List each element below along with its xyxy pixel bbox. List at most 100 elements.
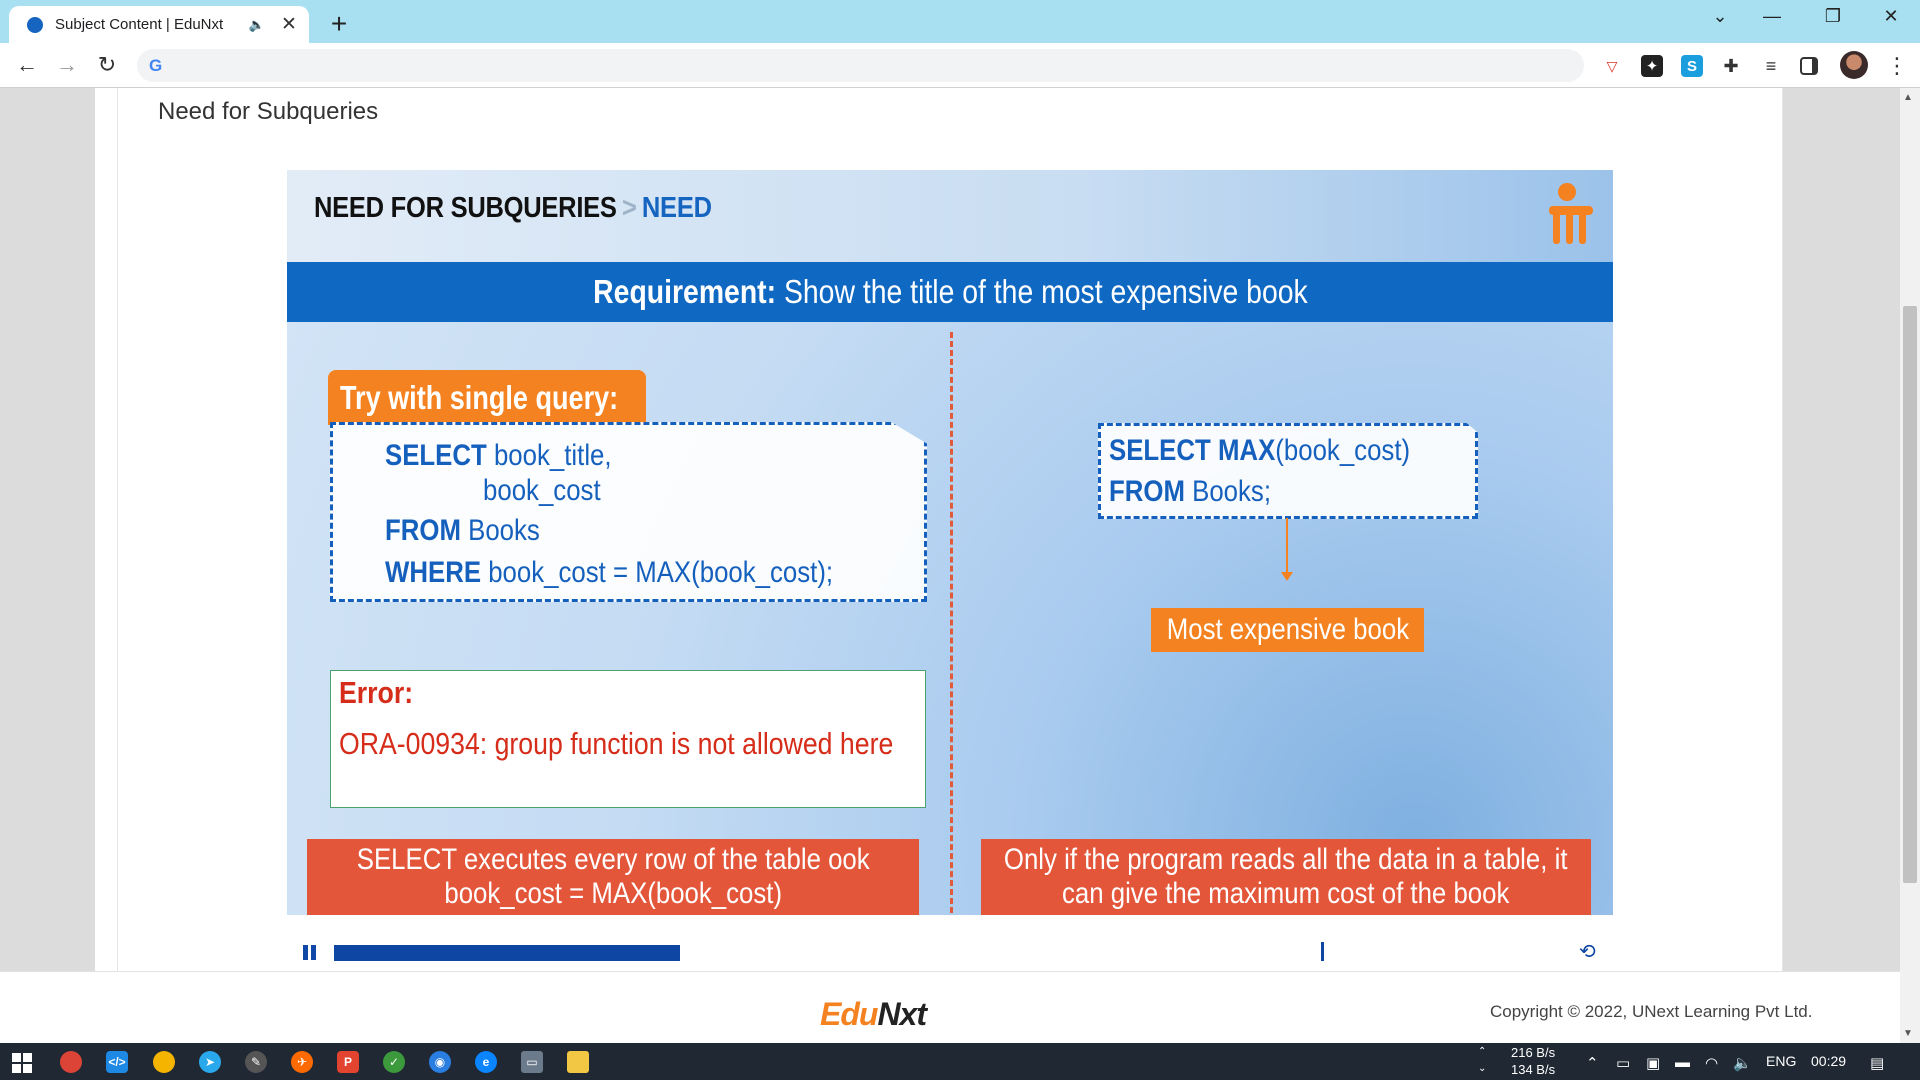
- query-line-3-text: Books: [460, 514, 540, 547]
- battery-icon[interactable]: ▬: [1675, 1054, 1690, 1071]
- speaker-icon[interactable]: 🔈: [249, 17, 265, 33]
- photos-icon[interactable]: ▭: [521, 1051, 543, 1073]
- volume-icon[interactable]: 🔈: [1733, 1054, 1752, 1072]
- extension-icon[interactable]: ✦: [1641, 55, 1663, 77]
- chrome-profile-icon[interactable]: [153, 1051, 175, 1073]
- scroll-down-icon[interactable]: ▼: [1903, 1028, 1913, 1039]
- edunxt-favicon-icon: [27, 16, 43, 33]
- postman-icon[interactable]: ✈: [291, 1051, 313, 1073]
- breadcrumb-sub: NEED: [641, 192, 712, 224]
- browser-app-icon[interactable]: ◉: [429, 1051, 451, 1073]
- requirement: Requirement: Show the title of the most …: [593, 273, 1308, 311]
- logo-edu: Edu: [820, 996, 878, 1032]
- result-label: Most expensive book: [1166, 613, 1409, 646]
- new-tab-button[interactable]: +: [324, 8, 354, 40]
- scroll-thumb[interactable]: [1903, 306, 1917, 883]
- query-line-4: WHERE book_cost = MAX(book_cost);: [385, 556, 833, 590]
- edge-icon[interactable]: e: [475, 1051, 497, 1073]
- page-footer: EduNxt Copyright © 2022, UNext Learning …: [0, 971, 1900, 1043]
- lecture-slide: NEED FOR SUBQUERIES > NEED Requirement: Sh…: [287, 170, 1613, 915]
- tab-title: Subject Content | EduNxt: [55, 16, 224, 33]
- try-label: Try with single query:: [340, 378, 619, 416]
- net-down-arrow-icon: ⌄: [1478, 1063, 1487, 1074]
- requirement-label: Requirement:: [592, 273, 776, 310]
- note-left-text: SELECT executes every row of the table o…: [357, 843, 870, 911]
- app-icon[interactable]: ✎: [245, 1051, 267, 1073]
- scroll-up-icon[interactable]: ▲: [1903, 92, 1913, 103]
- logo-nxt: Nxt: [877, 996, 927, 1032]
- max-query-line-2: FROM Books;: [1109, 475, 1271, 509]
- edunxt-logo: EduNxt: [820, 996, 927, 1033]
- page-title: Need for Subqueries: [158, 98, 379, 125]
- from-keyword: FROM: [385, 514, 461, 547]
- telegram-icon[interactable]: ➤: [199, 1051, 221, 1073]
- vscode-icon[interactable]: </>: [106, 1051, 128, 1073]
- note-left-line-2: book_cost = MAX(book_cost): [444, 877, 782, 910]
- try-label-box: Try with single query:: [328, 370, 646, 425]
- presentation-app-icon[interactable]: P: [337, 1051, 359, 1073]
- where-keyword: WHERE: [385, 556, 482, 589]
- arrow-down-icon: [1281, 572, 1293, 581]
- max-query-line-2-text: Books;: [1184, 475, 1272, 508]
- green-app-icon[interactable]: ✓: [383, 1051, 405, 1073]
- notifications-icon[interactable]: ▤: [1870, 1054, 1884, 1072]
- single-query-box: SELECT book_title, book_cost FROM Books …: [330, 422, 927, 602]
- replay-icon[interactable]: ⟲: [1579, 939, 1596, 964]
- address-bar[interactable]: G: [137, 49, 1584, 82]
- query-line-1: SELECT book_title,: [385, 439, 612, 473]
- reload-button[interactable]: ↻: [92, 52, 122, 78]
- s-extension-icon[interactable]: S: [1681, 55, 1703, 77]
- query-line-3: FROM Books: [385, 514, 540, 548]
- pause-bar-right: [311, 945, 316, 960]
- clock[interactable]: 00:29: [1811, 1053, 1846, 1069]
- tablet-icon[interactable]: ▭: [1616, 1054, 1630, 1072]
- tab-search-icon[interactable]: ⌄: [1700, 6, 1740, 27]
- menu-icon[interactable]: ⋮: [1886, 53, 1908, 79]
- institution-logo-icon: [1549, 183, 1593, 244]
- close-window-button[interactable]: ✕: [1871, 6, 1911, 27]
- progress-bar[interactable]: [334, 945, 1414, 961]
- note-right: Only if the program reads all the data i…: [981, 839, 1591, 915]
- progress-marker[interactable]: [1321, 942, 1324, 961]
- chrome-icon[interactable]: [60, 1051, 82, 1073]
- extensions-puzzle-icon[interactable]: ✚: [1720, 55, 1742, 77]
- meet-now-icon[interactable]: ▣: [1646, 1054, 1660, 1072]
- breadcrumb-separator: >: [621, 192, 637, 224]
- note-left-line-1: SELECT executes every row of the table o…: [356, 843, 870, 876]
- progress-fill: [334, 945, 680, 961]
- browser-tab[interactable]: Subject Content | EduNxt 🔈 ✕: [9, 6, 309, 43]
- windows-start-icon[interactable]: [12, 1053, 32, 1073]
- error-box: Error: ORA-00934: group function is not …: [330, 670, 926, 808]
- profile-avatar[interactable]: [1840, 51, 1868, 79]
- tab-strip: Subject Content | EduNxt 🔈 ✕ + ⌄ — ❐ ✕: [0, 0, 1920, 43]
- copyright-text: Copyright © 2022, UNext Learning Pvt Ltd…: [1490, 1002, 1813, 1021]
- pocket-extension-icon[interactable]: ▽: [1601, 55, 1623, 77]
- google-icon: G: [149, 56, 163, 75]
- error-message: ORA-00934: group function is not allowed…: [339, 726, 894, 761]
- query-line-2: book_cost: [483, 474, 601, 507]
- net-up-arrow-icon: ⌃: [1478, 1046, 1487, 1057]
- show-hidden-icons-icon[interactable]: ⌃: [1586, 1054, 1599, 1072]
- from-keyword-right: FROM: [1109, 475, 1185, 508]
- network-download-speed: 134 B/s: [1511, 1062, 1556, 1077]
- file-explorer-icon[interactable]: [567, 1051, 589, 1073]
- pause-bar-left: [303, 945, 308, 960]
- select-max-keyword: SELECT MAX: [1109, 434, 1276, 467]
- max-query-line-1: SELECT MAX(book_cost): [1109, 434, 1410, 468]
- dashed-divider: [950, 332, 953, 915]
- slide-breadcrumb: NEED FOR SUBQUERIES > NEED: [314, 192, 712, 225]
- tab-close-icon[interactable]: ✕: [279, 13, 299, 36]
- note-left: SELECT executes every row of the table o…: [307, 839, 919, 915]
- minimize-button[interactable]: —: [1752, 6, 1792, 27]
- restore-button[interactable]: ❐: [1813, 6, 1853, 27]
- note-right-line-2: can give the maximum cost of the book: [1062, 877, 1510, 910]
- max-query-line-1-text: (book_cost): [1275, 434, 1411, 467]
- wifi-icon[interactable]: ◠: [1705, 1054, 1718, 1072]
- media-control-icon[interactable]: ≡: [1760, 55, 1782, 77]
- pause-button[interactable]: [303, 945, 317, 960]
- forward-button[interactable]: →: [52, 52, 82, 78]
- breadcrumb-main: NEED FOR SUBQUERIES: [314, 192, 617, 224]
- side-panel-icon[interactable]: [1800, 57, 1818, 75]
- language-indicator[interactable]: ENG: [1766, 1053, 1796, 1069]
- back-button[interactable]: ←: [12, 52, 42, 78]
